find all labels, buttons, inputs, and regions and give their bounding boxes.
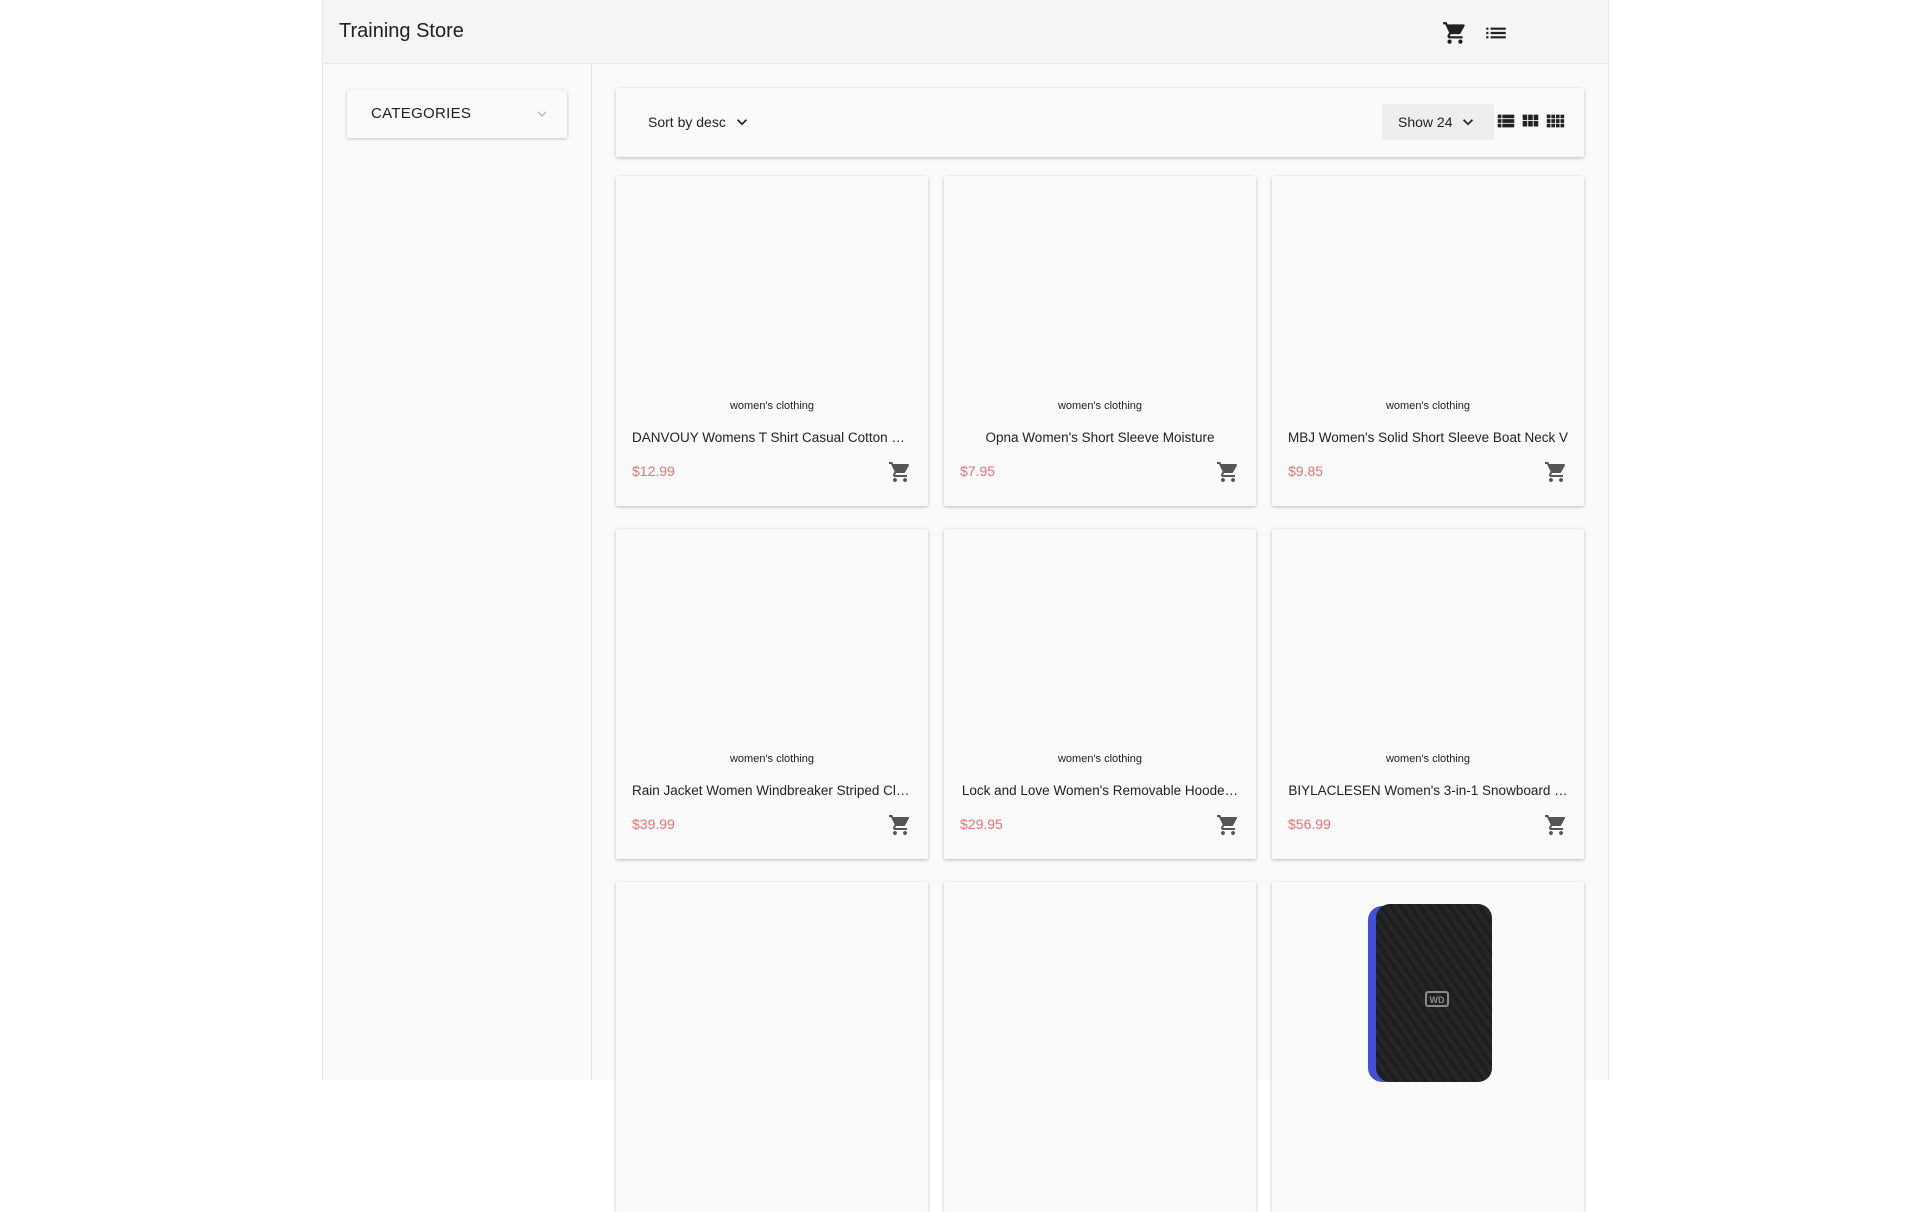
product-card[interactable]: women's clothing DANVOUY Womens T Shirt … [616, 176, 928, 506]
categories-label: CATEGORIES [371, 105, 472, 122]
product-card[interactable]: women's clothing MBJ Women's Solid Short… [1272, 176, 1584, 506]
page-size-button[interactable]: Show 24 [1382, 104, 1495, 140]
chevron-down-icon [1458, 112, 1478, 132]
product-title[interactable]: Rain Jacket Women Windbreaker Striped Cl… [632, 783, 912, 798]
sidebar: CATEGORIES [323, 64, 592, 1080]
chevron-down-icon [732, 112, 752, 132]
product-category: women's clothing [1057, 753, 1143, 765]
product-image [616, 529, 928, 744]
add-to-cart-icon[interactable] [1216, 813, 1240, 837]
view-module-icon[interactable] [1519, 110, 1541, 132]
add-to-cart-icon[interactable] [1544, 460, 1568, 484]
product-toolbar: Sort by desc Show 24 [616, 88, 1584, 157]
product-image [616, 882, 928, 1097]
product-image [1272, 176, 1584, 391]
product-image [616, 176, 928, 391]
product-card[interactable]: women's clothing Lock and Love Women's R… [944, 529, 1256, 859]
product-title[interactable]: MBJ Women's Solid Short Sleeve Boat Neck… [1288, 430, 1568, 445]
product-title[interactable]: BIYLACLESEN Women's 3-in-1 Snowboard … [1288, 783, 1568, 798]
add-to-cart-icon[interactable] [1544, 813, 1568, 837]
product-title[interactable]: Opna Women's Short Sleeve Moisture [960, 430, 1240, 445]
svg-text:WD: WD [1430, 995, 1445, 1005]
add-to-cart-icon[interactable] [1216, 460, 1240, 484]
sort-label: Sort by desc [648, 114, 726, 130]
product-image [944, 529, 1256, 744]
store-title[interactable]: Training Store [339, 20, 464, 43]
product-image [1272, 529, 1584, 744]
view-list-icon[interactable] [1495, 110, 1517, 132]
product-image: WD [1272, 882, 1584, 1097]
top-app-bar: Training Store [323, 0, 1608, 64]
product-image [944, 882, 1256, 1097]
product-price: $29.95 [960, 816, 1003, 832]
categories-expansion-panel[interactable]: CATEGORIES [347, 90, 567, 138]
product-card[interactable]: women's clothing Opna Women's Short Slee… [944, 176, 1256, 506]
product-image [944, 176, 1256, 391]
sort-button[interactable]: Sort by desc [630, 104, 770, 140]
product-price: $9.85 [1288, 463, 1324, 479]
product-category: women's clothing [729, 400, 815, 412]
list-icon[interactable] [1483, 20, 1509, 46]
product-title[interactable]: DANVOUY Womens T Shirt Casual Cotton S… [632, 430, 912, 445]
external-hard-drive-image: WD [1368, 904, 1492, 1082]
product-card[interactable] [944, 882, 1256, 1212]
product-card[interactable]: WD [1272, 882, 1584, 1212]
product-card[interactable]: women's clothing Rain Jacket Women Windb… [616, 529, 928, 859]
cart-icon[interactable] [1442, 20, 1468, 46]
product-category: women's clothing [1385, 753, 1471, 765]
product-category: women's clothing [1385, 400, 1471, 412]
product-title[interactable]: Lock and Love Women's Removable Hoode… [960, 783, 1240, 798]
product-price: $39.99 [632, 816, 675, 832]
view-comfy-icon[interactable] [1544, 110, 1566, 132]
product-price: $56.99 [1288, 816, 1331, 832]
product-category: women's clothing [729, 753, 815, 765]
product-price: $12.99 [632, 463, 675, 479]
add-to-cart-icon[interactable] [888, 813, 912, 837]
product-card[interactable]: women's clothing BIYLACLESEN Women's 3-i… [1272, 529, 1584, 859]
product-category: women's clothing [1057, 400, 1143, 412]
product-price: $7.95 [960, 463, 996, 479]
chevron-down-icon [533, 105, 551, 123]
add-to-cart-icon[interactable] [888, 460, 912, 484]
product-card[interactable] [616, 882, 928, 1212]
page-size-label: Show 24 [1398, 114, 1453, 130]
